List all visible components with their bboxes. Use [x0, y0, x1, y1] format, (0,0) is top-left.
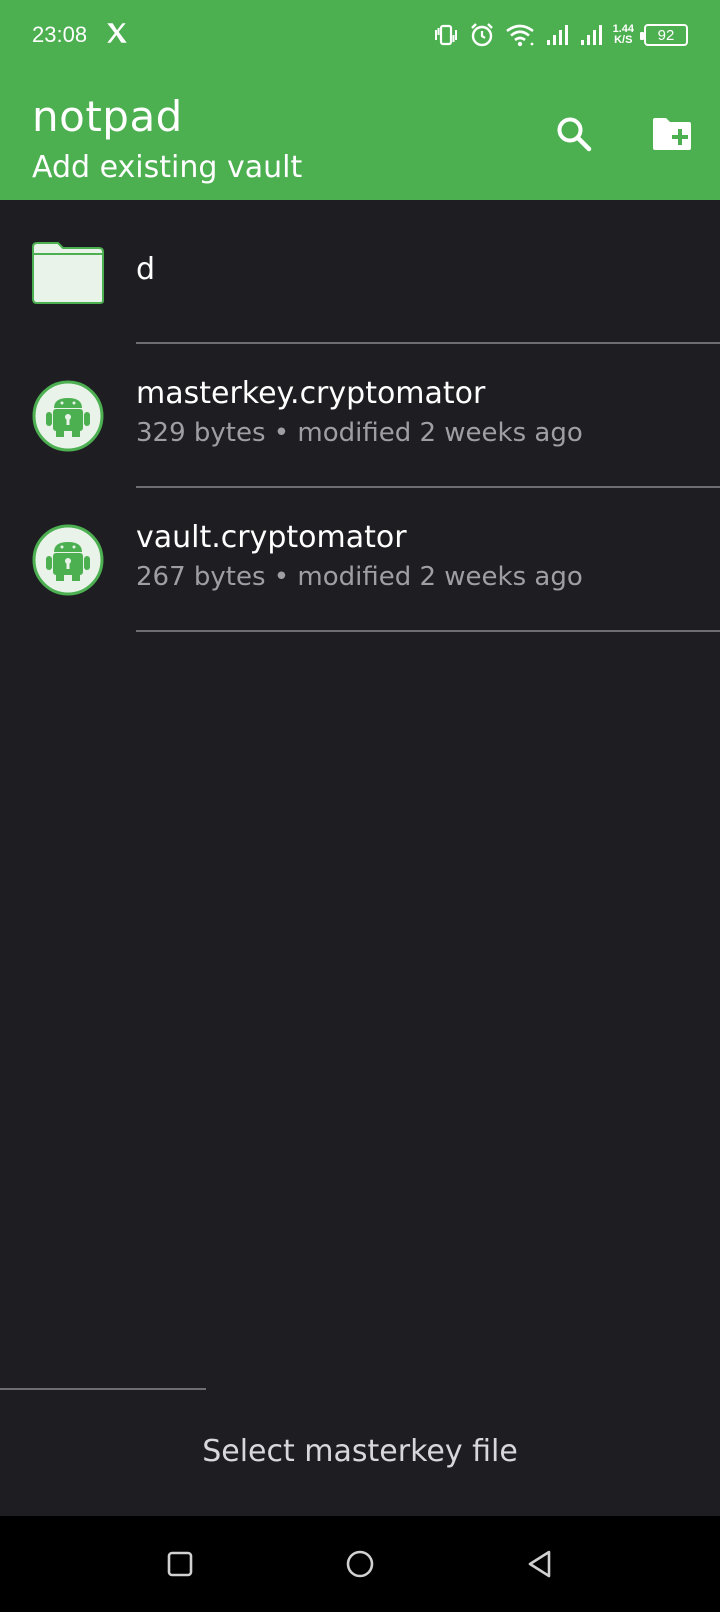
- search-icon: [557, 117, 592, 152]
- home-icon: [346, 1550, 374, 1578]
- back-button[interactable]: [520, 1544, 560, 1584]
- vibrate-icon: [434, 24, 457, 46]
- back-icon: [528, 1550, 551, 1578]
- cryptomator-icon: [32, 524, 104, 596]
- battery-icon: 92: [640, 24, 688, 46]
- folder-icon: [32, 242, 104, 304]
- app-title: notpad: [32, 92, 183, 141]
- network-speed: 1.44 K/S: [613, 24, 634, 46]
- network-speed-unit: K/S: [614, 34, 633, 46]
- status-icons: 1.44 K/S 92: [433, 20, 688, 50]
- list-item-file[interactable]: masterkey.cryptomator 329 bytes • modifi…: [0, 344, 720, 488]
- list-item-meta: 329 bytes • modified 2 weeks ago: [136, 418, 583, 448]
- search-button[interactable]: [552, 112, 596, 156]
- navigation-bar: [0, 1516, 720, 1612]
- divider: [136, 630, 720, 632]
- home-button[interactable]: [340, 1544, 380, 1584]
- wifi-icon: [505, 24, 534, 47]
- signal-icon: [580, 25, 602, 45]
- new-folder-icon: [653, 118, 691, 150]
- select-masterkey-button[interactable]: Select masterkey file: [0, 1420, 720, 1484]
- list-item-name: masterkey.cryptomator: [136, 376, 486, 411]
- list-item-meta: 267 bytes • modified 2 weeks ago: [136, 562, 583, 592]
- file-list: d masterkey.cryptomator 329 bytes • modi…: [0, 200, 720, 632]
- list-item-file[interactable]: vault.cryptomator 267 bytes • modified 2…: [0, 488, 720, 632]
- battery-level: 92: [657, 26, 675, 44]
- list-item-name: d: [136, 252, 156, 287]
- x-logo-icon: [107, 23, 127, 43]
- signal-icon: [546, 25, 568, 45]
- recents-icon: [167, 1551, 193, 1577]
- app-header: 23:08 1.44 K/S 92 notpad Add existing va…: [0, 0, 720, 200]
- bottom-divider: [0, 1388, 206, 1390]
- alarm-icon: [470, 23, 493, 47]
- new-folder-button[interactable]: [648, 112, 696, 156]
- app-subtitle: Add existing vault: [32, 150, 303, 185]
- list-item-name: vault.cryptomator: [136, 520, 407, 555]
- status-time: 23:08: [32, 22, 88, 47]
- status-bar: 23:08 1.44 K/S 92: [0, 0, 720, 74]
- recents-button[interactable]: [160, 1544, 200, 1584]
- list-item-folder[interactable]: d: [0, 200, 720, 344]
- cryptomator-icon: [32, 380, 104, 452]
